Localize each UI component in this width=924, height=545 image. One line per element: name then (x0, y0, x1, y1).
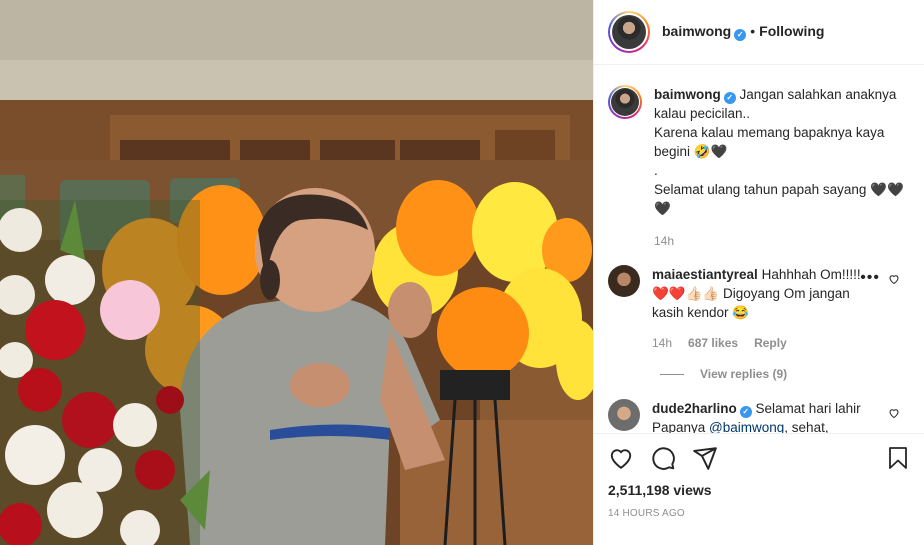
video-frame (0, 0, 593, 545)
following-button[interactable]: Following (759, 23, 824, 39)
comment-time[interactable]: 14h (652, 334, 672, 353)
caption-username[interactable]: baimwong (654, 87, 721, 102)
like-comment-icon[interactable] (888, 273, 900, 285)
caption-avatar-ring[interactable] (608, 85, 642, 119)
post-timestamp[interactable]: 14 HOURS AGO (608, 508, 910, 519)
post-sidebar: baimwong ✓ • Following baimwong ✓ Jangan sal… (593, 0, 924, 545)
post-video[interactable] (0, 0, 593, 545)
post-header: baimwong ✓ • Following (594, 0, 924, 65)
mention-link[interactable]: @baimwong (709, 420, 784, 433)
comment-icon[interactable] (650, 445, 676, 471)
avatar (612, 15, 646, 49)
author-username[interactable]: baimwong (662, 23, 731, 39)
comment-text-tail: , sehat, (784, 420, 829, 433)
more-options-icon[interactable]: ••• (860, 269, 880, 287)
comments-list[interactable]: baimwong ✓ Jangan salahkan anaknya kalau … (594, 65, 924, 433)
comment-username[interactable]: dude2harlino (652, 401, 737, 416)
story-ring[interactable] (608, 11, 650, 53)
avatar (611, 88, 639, 116)
verified-badge-icon: ✓ (723, 92, 736, 104)
view-replies-button[interactable]: View replies (9) (660, 367, 910, 381)
instagram-post: baimwong ✓ • Following baimwong ✓ Jangan sal… (0, 0, 924, 545)
bookmark-icon[interactable] (886, 445, 910, 471)
view-replies-label: View replies (9) (700, 367, 788, 381)
separator-dot: • (750, 23, 756, 39)
replies-divider (660, 373, 684, 375)
share-icon[interactable] (692, 445, 718, 471)
heart-icon[interactable] (608, 445, 634, 471)
verified-badge-icon: ✓ (734, 29, 747, 41)
view-count[interactable]: 2,511,198 views (608, 482, 910, 498)
verified-badge-icon: ✓ (739, 406, 752, 418)
commenter-avatar[interactable] (608, 399, 640, 431)
caption-text: Jangan salahkan anaknya kalau pecicilan.… (654, 87, 904, 216)
comment-username[interactable]: maiaestiantyreal (652, 267, 758, 282)
comment-item: dude2harlino ✓ Selamat hari lahir Papanya… (608, 399, 910, 433)
header-user: baimwong ✓ • Following (662, 23, 824, 41)
reply-button[interactable]: Reply (754, 334, 787, 353)
like-comment-icon[interactable] (888, 407, 900, 419)
comment-likes[interactable]: 687 likes (688, 334, 738, 353)
action-bar: 2,511,198 views 14 HOURS AGO (594, 433, 924, 545)
comment-item: maiaestiantyreal Hahhhah Om!!!!! ❤️❤️👍🏻👍… (608, 265, 910, 353)
commenter-avatar[interactable] (608, 265, 640, 297)
caption: baimwong ✓ Jangan salahkan anaknya kalau … (608, 85, 910, 251)
caption-time[interactable]: 14h (654, 232, 674, 251)
